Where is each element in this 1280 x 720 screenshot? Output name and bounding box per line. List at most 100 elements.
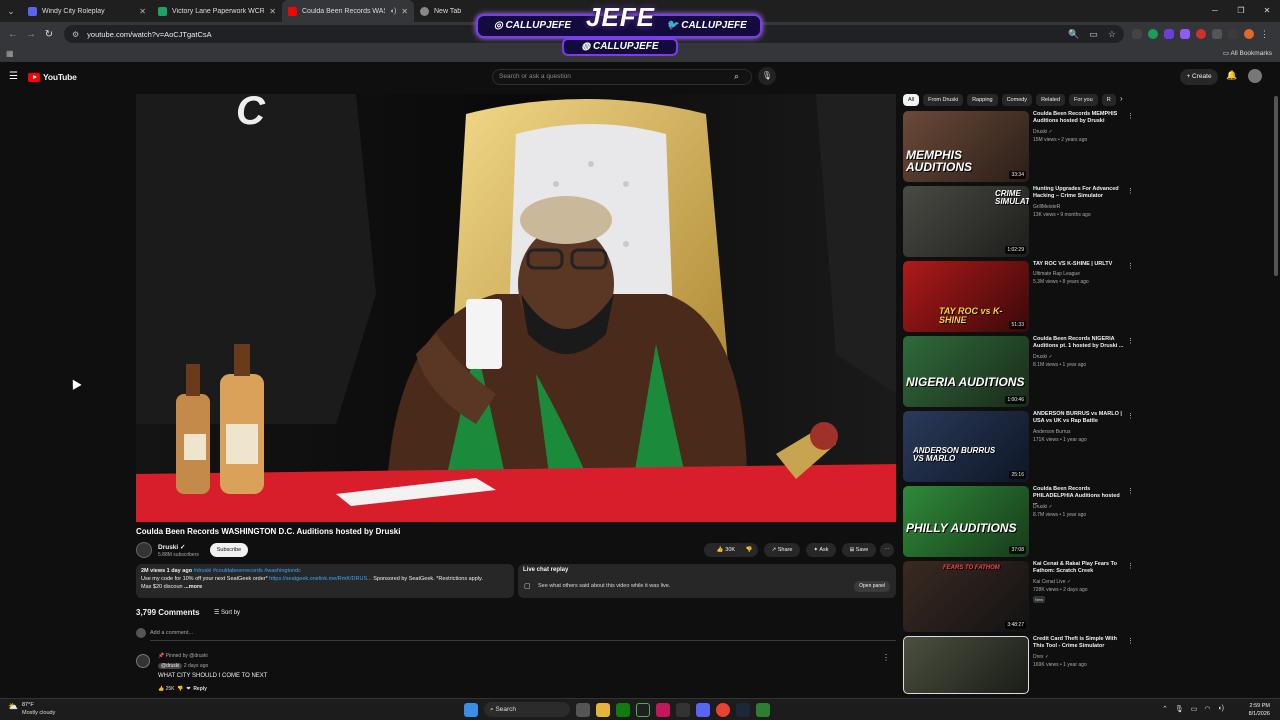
- recommendation-item[interactable]: ANDERSON BURRUS VS MARLO 25:16 ANDERSON …: [903, 411, 1143, 483]
- app-icon[interactable]: [656, 702, 670, 717]
- more-actions-icon[interactable]: ⋯: [880, 543, 894, 557]
- profile-avatar[interactable]: [1244, 29, 1254, 39]
- forward-icon[interactable]: →: [22, 29, 40, 40]
- video-player[interactable]: C: [136, 94, 896, 522]
- youtube-logo[interactable]: YouTube: [28, 72, 77, 82]
- more-link[interactable]: ...more: [184, 584, 202, 590]
- more-options-icon[interactable]: ⋮: [1127, 337, 1134, 345]
- tab-windy-city[interactable]: Windy City Roleplay ✕: [22, 0, 152, 22]
- discord-icon[interactable]: [696, 702, 710, 717]
- network-icon[interactable]: ▭: [1191, 705, 1198, 713]
- chip-from-druski[interactable]: From Druski: [923, 94, 964, 106]
- tab-youtube-active[interactable]: Coulda Been Records WAS ◖) ✕: [282, 0, 414, 22]
- video-thumbnail[interactable]: TAY ROC vs K-SHINE 51:33: [903, 261, 1029, 332]
- hamburger-menu-icon[interactable]: ☰: [9, 71, 18, 82]
- comment-menu-icon[interactable]: ⋮: [882, 653, 890, 662]
- more-options-icon[interactable]: ⋮: [1127, 412, 1134, 420]
- video-thumbnail[interactable]: ANDERSON BURRUS VS MARLO 25:16: [903, 411, 1029, 482]
- extension-icon[interactable]: [1196, 29, 1206, 39]
- volume-icon[interactable]: ◖): [1217, 705, 1224, 713]
- zoom-icon[interactable]: 🔍: [1068, 29, 1079, 40]
- mic-icon[interactable]: 🎙: [758, 67, 776, 85]
- subscribe-button[interactable]: Subscribe: [210, 543, 248, 557]
- more-options-icon[interactable]: ⋮: [1127, 487, 1134, 495]
- hashtags[interactable]: #druski #couldabeenrecords #washingtondc: [194, 568, 301, 574]
- channel-avatar[interactable]: [136, 542, 152, 558]
- channel-name[interactable]: Druski ✓: [158, 543, 186, 551]
- more-options-icon[interactable]: ⋮: [1127, 262, 1134, 270]
- video-thumbnail[interactable]: PHILLY AUDITIONS 37:08: [903, 486, 1029, 557]
- chip-related[interactable]: Related: [1036, 94, 1066, 106]
- chevron-right-icon[interactable]: ›: [1120, 94, 1123, 103]
- xbox-icon[interactable]: [616, 702, 630, 717]
- app-icon[interactable]: [676, 702, 690, 717]
- share-button[interactable]: ↗ Share: [764, 543, 800, 557]
- dislike-button[interactable]: 👎: [740, 543, 758, 557]
- media-icon[interactable]: [1228, 29, 1238, 39]
- weather-widget[interactable]: ⛅ 87°F Mostly cloudy: [8, 702, 55, 716]
- video-thumbnail[interactable]: FEARS TO FATHOM 3:48:27: [903, 561, 1029, 632]
- account-avatar[interactable]: [1248, 69, 1262, 83]
- reply-button[interactable]: Reply: [193, 686, 207, 692]
- description-box[interactable]: 2M views 1 day ago #druski #couldabeenre…: [136, 564, 514, 598]
- extension-icon[interactable]: [1164, 29, 1174, 39]
- video-thumbnail[interactable]: CRIME SIMULATOR 1:02:29: [903, 186, 1029, 257]
- search-input[interactable]: Search or ask a question: [492, 69, 752, 85]
- chip-comedy[interactable]: Comedy: [1001, 94, 1033, 106]
- cast-icon[interactable]: ▭: [1089, 29, 1098, 40]
- comment-dislike-icon[interactable]: 👎: [177, 686, 183, 692]
- recommendation-item[interactable]: CRIME SIMULATOR 1:02:29 Hunting Upgrades…: [903, 186, 1143, 258]
- close-window-icon[interactable]: ✕: [1254, 0, 1280, 22]
- back-icon[interactable]: ←: [4, 29, 22, 40]
- video-thumbnail[interactable]: [903, 636, 1029, 694]
- recommendation-item[interactable]: TAY ROC vs K-SHINE 51:33 TAY ROC VS K-SH…: [903, 261, 1143, 333]
- steam-icon[interactable]: [736, 702, 750, 717]
- windows-start-icon[interactable]: [464, 702, 478, 717]
- more-options-icon[interactable]: ⋮: [1127, 112, 1134, 120]
- speaker-icon[interactable]: ◖): [390, 8, 397, 15]
- tab-search-icon[interactable]: ⌄: [2, 2, 20, 20]
- recommendation-item[interactable]: MEMPHIS AUDITIONS 33:34 Coulda Been Reco…: [903, 111, 1143, 183]
- site-info-icon[interactable]: ⚙: [72, 30, 79, 39]
- taskbar-search[interactable]: ⌕ Search: [484, 702, 570, 717]
- more-options-icon[interactable]: ⋮: [1127, 187, 1134, 195]
- notifications-bell-icon[interactable]: 🔔: [1226, 70, 1237, 81]
- chip-more[interactable]: R: [1101, 94, 1116, 106]
- star-icon[interactable]: ☆: [1108, 29, 1116, 40]
- close-icon[interactable]: ✕: [269, 7, 276, 16]
- chip-rapping[interactable]: Rapping: [967, 94, 998, 106]
- minimize-icon[interactable]: ─: [1202, 0, 1228, 22]
- all-bookmarks[interactable]: ▭ All Bookmarks: [1223, 49, 1272, 57]
- extension-icon[interactable]: [1180, 29, 1190, 39]
- comment-author[interactable]: @druski: [158, 663, 183, 669]
- video-thumbnail[interactable]: NIGERIA AUDITIONS 1:00:46: [903, 336, 1029, 407]
- maximize-icon[interactable]: ❐: [1228, 0, 1254, 22]
- search-icon[interactable]: ⌕: [734, 71, 739, 82]
- description-link[interactable]: https://seatgeek.onelink.me/RmK/DRUS...: [269, 576, 371, 582]
- sort-button[interactable]: ☰ Sort by: [214, 609, 240, 616]
- task-view-icon[interactable]: [576, 702, 590, 717]
- chip-for-you[interactable]: For you: [1069, 94, 1098, 106]
- open-panel-button[interactable]: Open panel: [854, 581, 890, 592]
- reload-icon[interactable]: ↻: [40, 29, 58, 40]
- chip-all[interactable]: All: [903, 94, 920, 106]
- menu-dots-icon[interactable]: ⋮: [1260, 29, 1269, 40]
- apps-grid-icon[interactable]: ▦: [6, 49, 14, 58]
- recommendation-item[interactable]: PHILLY AUDITIONS 37:08 Coulda Been Recor…: [903, 486, 1143, 558]
- add-comment-input[interactable]: Add a comment...: [150, 630, 193, 636]
- app-icon[interactable]: [756, 702, 770, 717]
- chevron-up-icon[interactable]: ⌃: [1162, 705, 1168, 713]
- ask-button[interactable]: ✦ Ask: [806, 543, 836, 557]
- recommendation-item[interactable]: FEARS TO FATHOM 3:48:27 Kai Cenat & Raka…: [903, 561, 1143, 633]
- video-thumbnail[interactable]: MEMPHIS AUDITIONS 33:34: [903, 111, 1029, 182]
- chrome-icon[interactable]: [716, 702, 730, 717]
- close-icon[interactable]: ✕: [401, 7, 408, 16]
- tab-victory-lane[interactable]: Victory Lane Paperwork WCRP ✕: [152, 0, 282, 22]
- clock[interactable]: 2:59 PM 8/1/2026: [1249, 702, 1270, 718]
- page-scrollbar[interactable]: [1272, 86, 1280, 698]
- comment-like-icon[interactable]: 👍: [158, 686, 164, 692]
- extension-icon[interactable]: [1132, 29, 1142, 39]
- recommendation-item[interactable]: NIGERIA AUDITIONS 1:00:46 Coulda Been Re…: [903, 336, 1143, 408]
- file-explorer-icon[interactable]: [596, 702, 610, 717]
- puzzle-icon[interactable]: [1212, 29, 1222, 39]
